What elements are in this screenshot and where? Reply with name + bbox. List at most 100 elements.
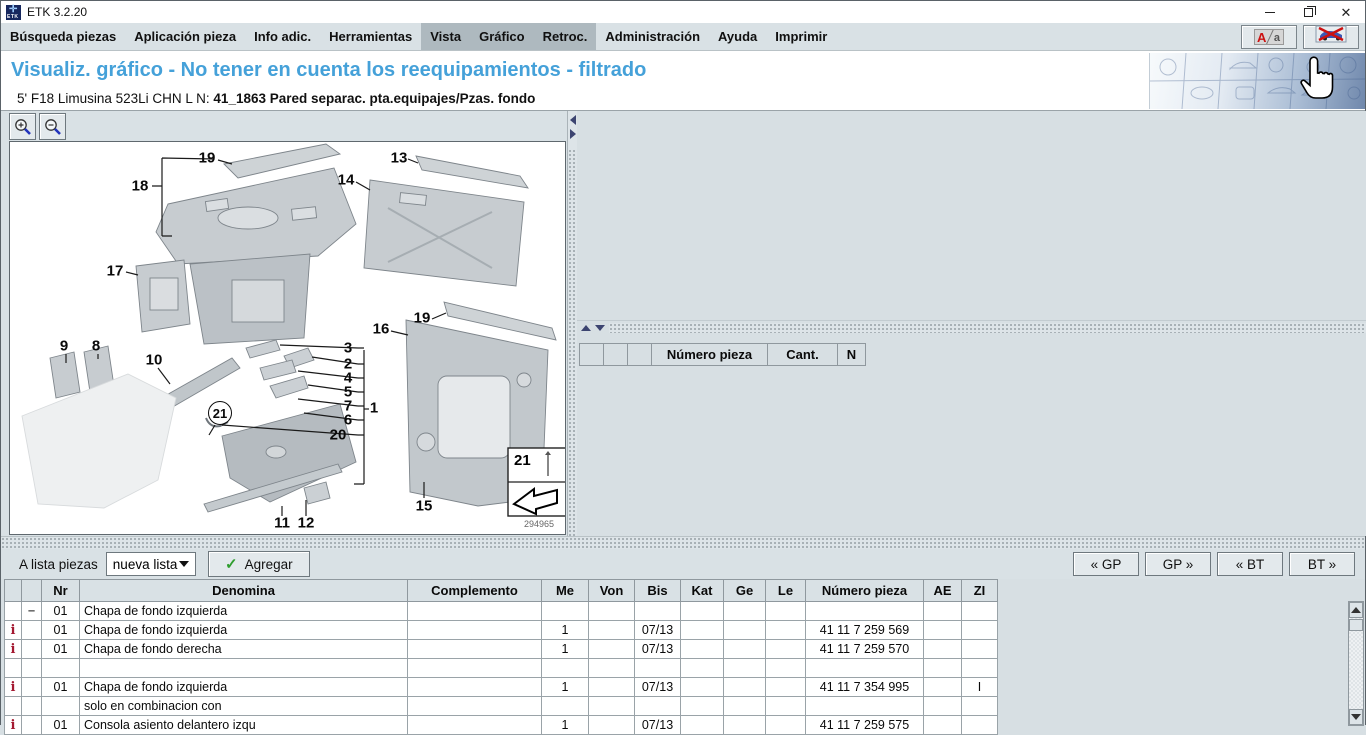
bottom-splitter[interactable] bbox=[1, 536, 1365, 549]
table-row[interactable]: −01Chapa de fondo izquierda bbox=[5, 602, 998, 621]
diagram-callout-8[interactable]: 8 bbox=[92, 339, 100, 354]
cell-den[interactable]: solo en combinacion con bbox=[80, 697, 408, 716]
parts-col-ge[interactable]: Ge bbox=[724, 580, 766, 602]
diagram-callout-13[interactable]: 13 bbox=[391, 151, 408, 166]
cell-num[interactable]: 41 11 7 354 995 bbox=[806, 678, 924, 697]
diagram-callout-20[interactable]: 20 bbox=[330, 428, 347, 443]
cell-icon[interactable]: i bbox=[5, 621, 22, 640]
cell-zi[interactable] bbox=[962, 621, 998, 640]
cell-ge[interactable] bbox=[724, 602, 766, 621]
cell-kat[interactable] bbox=[681, 697, 724, 716]
cell-me[interactable]: 1 bbox=[542, 678, 589, 697]
zoom-out-button[interactable] bbox=[39, 113, 66, 140]
diagram-callout-3[interactable]: 3 bbox=[344, 341, 352, 356]
cell-comp[interactable] bbox=[408, 697, 542, 716]
cell-bis[interactable]: 07/13 bbox=[635, 621, 681, 640]
cell-ge[interactable] bbox=[724, 621, 766, 640]
table-row[interactable]: i01Chapa de fondo izquierda107/1341 11 7… bbox=[5, 621, 998, 640]
cell-me[interactable] bbox=[542, 659, 589, 678]
diagram-callout-12[interactable]: 12 bbox=[298, 516, 315, 531]
table-row[interactable]: solo en combinacion con bbox=[5, 697, 998, 716]
detail-col-n-mero-pieza[interactable]: Número pieza bbox=[652, 344, 768, 366]
cell-nr[interactable]: 01 bbox=[42, 640, 80, 659]
parts-col-nr[interactable]: Nr bbox=[42, 580, 80, 602]
cell-exp[interactable] bbox=[22, 659, 42, 678]
cell-icon[interactable]: i bbox=[5, 640, 22, 659]
cell-ge[interactable] bbox=[724, 716, 766, 735]
parts-diagram[interactable]: 19181713141916981032457162021151112 21 2… bbox=[9, 141, 566, 535]
cell-kat[interactable] bbox=[681, 640, 724, 659]
cell-von[interactable] bbox=[589, 716, 635, 735]
zoom-in-button[interactable] bbox=[9, 113, 36, 140]
add-button[interactable]: ✓ Agregar bbox=[208, 551, 310, 577]
collapse-up-icon[interactable] bbox=[581, 325, 591, 331]
cell-num[interactable]: 41 11 7 259 569 bbox=[806, 621, 924, 640]
collapse-right-icon[interactable] bbox=[570, 129, 576, 139]
cell-num[interactable] bbox=[806, 659, 924, 678]
detail-col-cant-[interactable]: Cant. bbox=[768, 344, 838, 366]
cell-le[interactable] bbox=[766, 697, 806, 716]
cell-ae[interactable] bbox=[924, 659, 962, 678]
cell-ge[interactable] bbox=[724, 697, 766, 716]
diagram-callout-16[interactable]: 16 bbox=[373, 322, 390, 337]
table-row[interactable]: i01Consola asiento delantero izqu107/134… bbox=[5, 716, 998, 735]
cell-den[interactable]: Consola asiento delantero izqu bbox=[80, 716, 408, 735]
cell-zi[interactable] bbox=[962, 659, 998, 678]
cell-me[interactable]: 1 bbox=[542, 640, 589, 659]
scroll-up-button[interactable] bbox=[1349, 602, 1363, 618]
menu-item-herramientas[interactable]: Herramientas bbox=[320, 23, 421, 50]
detail-col-1[interactable] bbox=[604, 344, 628, 366]
cell-von[interactable] bbox=[589, 621, 635, 640]
cell-den[interactable]: Chapa de fondo izquierda bbox=[80, 602, 408, 621]
cell-comp[interactable] bbox=[408, 640, 542, 659]
parts-col-bis[interactable]: Bis bbox=[635, 580, 681, 602]
menu-item-imprimir[interactable]: Imprimir bbox=[766, 23, 836, 50]
cell-comp[interactable] bbox=[408, 602, 542, 621]
collapse-down-icon[interactable] bbox=[595, 325, 605, 331]
hide-vehicle-button[interactable] bbox=[1303, 25, 1359, 49]
diagram-callout-14[interactable]: 14 bbox=[338, 173, 355, 188]
menu-item-ayuda[interactable]: Ayuda bbox=[709, 23, 766, 50]
diagram-callout-21[interactable]: 21 bbox=[208, 401, 232, 425]
cell-exp[interactable] bbox=[22, 697, 42, 716]
cell-ae[interactable] bbox=[924, 621, 962, 640]
diagram-callout-6[interactable]: 6 bbox=[344, 413, 352, 428]
parts-list-select[interactable]: nueva lista bbox=[106, 552, 196, 576]
cell-nr[interactable]: 01 bbox=[42, 602, 80, 621]
diagram-callout-19[interactable]: 19 bbox=[199, 151, 216, 166]
menu-item-gr-fico[interactable]: Gráfico bbox=[470, 23, 534, 50]
table-row[interactable]: i01Chapa de fondo izquierda107/1341 11 7… bbox=[5, 678, 998, 697]
vertical-splitter[interactable] bbox=[567, 111, 577, 536]
parts-col-me[interactable]: Me bbox=[542, 580, 589, 602]
cell-exp[interactable] bbox=[22, 678, 42, 697]
cell-le[interactable] bbox=[766, 678, 806, 697]
parts-col-zi[interactable]: ZI bbox=[962, 580, 998, 602]
nav-button-bt-next[interactable]: BT » bbox=[1289, 552, 1355, 576]
cell-me[interactable] bbox=[542, 602, 589, 621]
close-button[interactable]: ✕ bbox=[1327, 1, 1365, 23]
cell-exp[interactable] bbox=[22, 621, 42, 640]
cell-le[interactable] bbox=[766, 621, 806, 640]
cell-me[interactable]: 1 bbox=[542, 716, 589, 735]
cell-icon[interactable] bbox=[5, 659, 22, 678]
detail-col-2[interactable] bbox=[628, 344, 652, 366]
cell-ge[interactable] bbox=[724, 659, 766, 678]
cell-me[interactable] bbox=[542, 697, 589, 716]
cell-ae[interactable] bbox=[924, 640, 962, 659]
cell-num[interactable]: 41 11 7 259 575 bbox=[806, 716, 924, 735]
detail-col-n[interactable]: N bbox=[838, 344, 866, 366]
parts-col-von[interactable]: Von bbox=[589, 580, 635, 602]
cell-ae[interactable] bbox=[924, 697, 962, 716]
parts-col-0[interactable] bbox=[5, 580, 22, 602]
cell-zi[interactable] bbox=[962, 640, 998, 659]
menu-item-b-squeda-piezas[interactable]: Búsqueda piezas bbox=[1, 23, 125, 50]
parts-col-n-mero-pieza[interactable]: Número pieza bbox=[806, 580, 924, 602]
horizontal-splitter[interactable] bbox=[577, 321, 1366, 335]
maximize-button[interactable] bbox=[1289, 1, 1327, 23]
cell-nr[interactable] bbox=[42, 659, 80, 678]
nav-button-bt-prev[interactable]: « BT bbox=[1217, 552, 1283, 576]
cell-zi[interactable] bbox=[962, 697, 998, 716]
cell-exp[interactable] bbox=[22, 640, 42, 659]
cell-den[interactable]: Chapa de fondo izquierda bbox=[80, 678, 408, 697]
cell-kat[interactable] bbox=[681, 716, 724, 735]
